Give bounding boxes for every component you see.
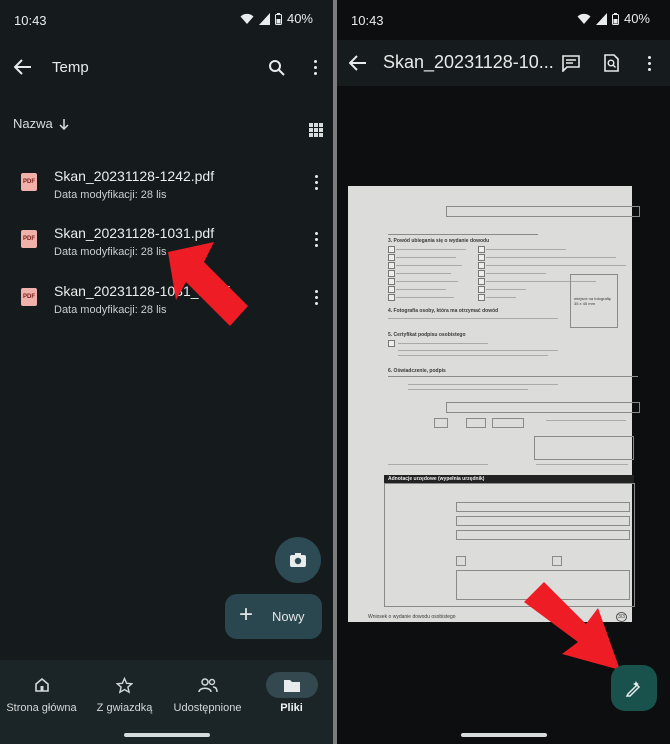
- find-in-page-icon: [603, 54, 619, 72]
- nav-label: Z gwiazdką: [96, 702, 153, 714]
- file-more-button[interactable]: [306, 170, 326, 194]
- pdf-file-icon: PDF: [21, 173, 37, 191]
- status-bar: 10:43 40%: [0, 0, 333, 40]
- scan-camera-button[interactable]: [275, 537, 321, 583]
- admin-section-header: Adnotacje urzędowe (wypełnia urzędnik): [388, 476, 485, 482]
- new-button[interactable]: + Nowy: [225, 594, 322, 639]
- document-footer: Wniosek o wydanie dowodu osobistego: [368, 614, 456, 620]
- find-in-page-button[interactable]: [593, 45, 629, 81]
- form-field: [446, 206, 640, 217]
- back-button[interactable]: [5, 49, 41, 85]
- status-bar: 10:43 40%: [337, 0, 670, 40]
- folder-title: Temp: [52, 59, 89, 76]
- signal-icon: [595, 12, 607, 25]
- file-item[interactable]: PDF Skan_20231128-1242.pdf Data modyfika…: [0, 160, 333, 216]
- arrow-down-icon: [59, 118, 69, 130]
- people-icon: [182, 672, 234, 698]
- status-time: 10:43: [351, 13, 384, 28]
- file-more-button[interactable]: [306, 227, 326, 251]
- section-heading: 3. Powód ubiegania się o wydanie dowodu: [388, 238, 490, 244]
- section-heading: 4. Fotografia osoby, która ma otrzymać d…: [388, 308, 499, 314]
- more-options-button[interactable]: [297, 49, 333, 85]
- nav-label: Strona główna: [6, 702, 77, 714]
- nav-item-home[interactable]: Strona główna: [0, 660, 83, 730]
- new-button-label: Nowy: [272, 609, 305, 624]
- comments-button[interactable]: [553, 45, 589, 81]
- folder-icon: [265, 672, 318, 698]
- section-heading: 5. Certyfikat podpisu osobistego: [388, 332, 466, 338]
- bottom-navigation: Strona główna Z gwiazdką Udostępnione Pl…: [0, 660, 333, 744]
- battery-percent: 40%: [623, 11, 650, 26]
- wifi-icon: [577, 13, 591, 24]
- sort-label: Nazwa: [13, 116, 53, 131]
- more-vert-icon: [314, 174, 318, 190]
- file-name: Skan_20231128-1031.pdf: [54, 225, 215, 241]
- arrow-back-icon: [349, 55, 366, 71]
- gesture-bar: [124, 733, 210, 737]
- file-modified-date: Data modyfikacji: 28 lis: [54, 189, 167, 201]
- more-vert-icon: [647, 55, 651, 71]
- nav-item-shared[interactable]: Udostępnione: [166, 660, 249, 730]
- top-app-bar: Skan_20231128-10...: [337, 40, 670, 86]
- star-icon: [99, 672, 151, 698]
- battery-icon: [611, 12, 619, 25]
- nav-item-files[interactable]: Pliki: [250, 660, 333, 730]
- file-modified-date: Data modyfikacji: 28 lis: [54, 304, 167, 316]
- top-app-bar: Temp: [0, 40, 333, 94]
- file-modified-date: Data modyfikacji: 28 lis: [54, 246, 167, 258]
- file-browser-panel: 10:43 40% Temp Nazwa PDF Skan_20231128-1…: [0, 0, 333, 744]
- photo-placeholder-text: miejsce na fotografię 35 x 45 mm: [574, 296, 611, 306]
- nav-label: Udostępnione: [173, 702, 242, 714]
- file-name: Skan_20231128-1242.pdf: [54, 168, 215, 184]
- back-button[interactable]: [340, 45, 376, 81]
- plus-icon: +: [239, 601, 254, 628]
- gesture-bar: [461, 733, 547, 737]
- form-field: [446, 402, 640, 413]
- grid-view-icon: [309, 123, 323, 137]
- wifi-icon: [240, 13, 254, 24]
- search-icon: [268, 59, 285, 76]
- status-time: 10:43: [14, 13, 47, 28]
- file-more-button[interactable]: [306, 285, 326, 309]
- annotation-arrow-icon: [168, 242, 248, 326]
- annotation-arrow-icon: [524, 582, 620, 670]
- signature-box: [534, 436, 634, 460]
- battery-percent: 40%: [286, 11, 313, 26]
- nav-label: Pliki: [280, 702, 303, 714]
- grid-view-button[interactable]: [298, 112, 333, 148]
- signal-icon: [258, 12, 270, 25]
- pdf-file-icon: PDF: [21, 288, 37, 306]
- pen-sparkle-icon: [625, 681, 641, 697]
- more-vert-icon: [313, 59, 317, 75]
- section-heading: 6. Oświadczenie, podpis: [388, 368, 446, 374]
- pdf-viewer-panel: 10:43 40% Skan_20231128-10... 3. Powód u…: [337, 0, 670, 744]
- more-options-button[interactable]: [631, 45, 667, 81]
- nav-item-starred[interactable]: Z gwiazdką: [83, 660, 166, 730]
- comment-icon: [562, 54, 580, 72]
- document-page[interactable]: 3. Powód ubiegania się o wydanie dowodu …: [348, 186, 640, 622]
- search-button[interactable]: [258, 49, 294, 85]
- pdf-file-icon: PDF: [21, 230, 37, 248]
- arrow-back-icon: [14, 59, 31, 75]
- battery-icon: [274, 12, 282, 25]
- sort-button[interactable]: Nazwa: [13, 116, 69, 131]
- camera-icon: [290, 553, 306, 567]
- document-title: Skan_20231128-10...: [383, 52, 554, 72]
- edit-annotate-button[interactable]: [611, 665, 657, 711]
- more-vert-icon: [314, 289, 318, 305]
- home-icon: [16, 672, 68, 698]
- more-vert-icon: [314, 231, 318, 247]
